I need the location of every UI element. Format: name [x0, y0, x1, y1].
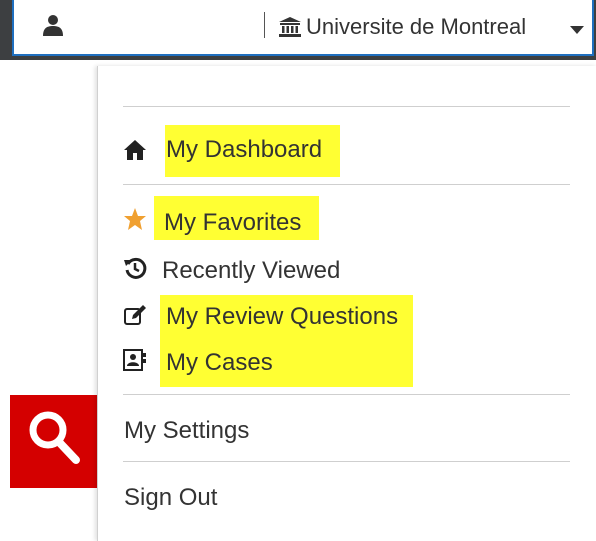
menu-item-settings[interactable]: My Settings	[123, 408, 570, 452]
menu-item-sign-out[interactable]: Sign Out	[123, 476, 570, 520]
account-bar: Universite de Montreal	[0, 0, 596, 60]
menu-item-label: My Cases	[166, 349, 273, 376]
menu-separator	[123, 394, 570, 395]
caret-down-icon[interactable]	[570, 26, 584, 34]
menu-item-label: My Favorites	[164, 209, 302, 236]
search-icon[interactable]	[26, 408, 82, 466]
menu-item-label: Recently Viewed	[162, 257, 341, 284]
menu-item-label: Sign Out	[124, 484, 218, 511]
menu-item-label: My Dashboard	[166, 136, 323, 163]
menu-item-label: My Review Questions	[166, 303, 399, 330]
menu-separator	[123, 184, 570, 185]
institution-name[interactable]: Universite de Montreal	[306, 14, 526, 40]
id-card-icon	[123, 349, 146, 371]
star-icon	[124, 208, 146, 230]
menu-item-cases[interactable]: My Cases	[123, 342, 423, 386]
user-icon[interactable]	[42, 14, 64, 36]
history-icon	[124, 257, 147, 279]
home-icon	[124, 140, 146, 160]
menu-separator	[123, 461, 570, 462]
institution-icon	[279, 17, 301, 37]
search-underline	[10, 481, 100, 488]
menu-item-label: My Settings	[124, 417, 250, 444]
topbar-divider	[264, 12, 265, 38]
menu-separator	[123, 106, 570, 107]
menu-item-dashboard[interactable]: My Dashboard	[123, 130, 423, 174]
menu-item-review-questions[interactable]: My Review Questions	[123, 296, 423, 340]
menu-item-recently-viewed[interactable]: Recently Viewed	[123, 248, 423, 292]
account-bar-inner: Universite de Montreal	[12, 0, 594, 56]
edit-icon	[124, 305, 146, 325]
menu-item-favorites[interactable]: My Favorites	[123, 201, 423, 245]
